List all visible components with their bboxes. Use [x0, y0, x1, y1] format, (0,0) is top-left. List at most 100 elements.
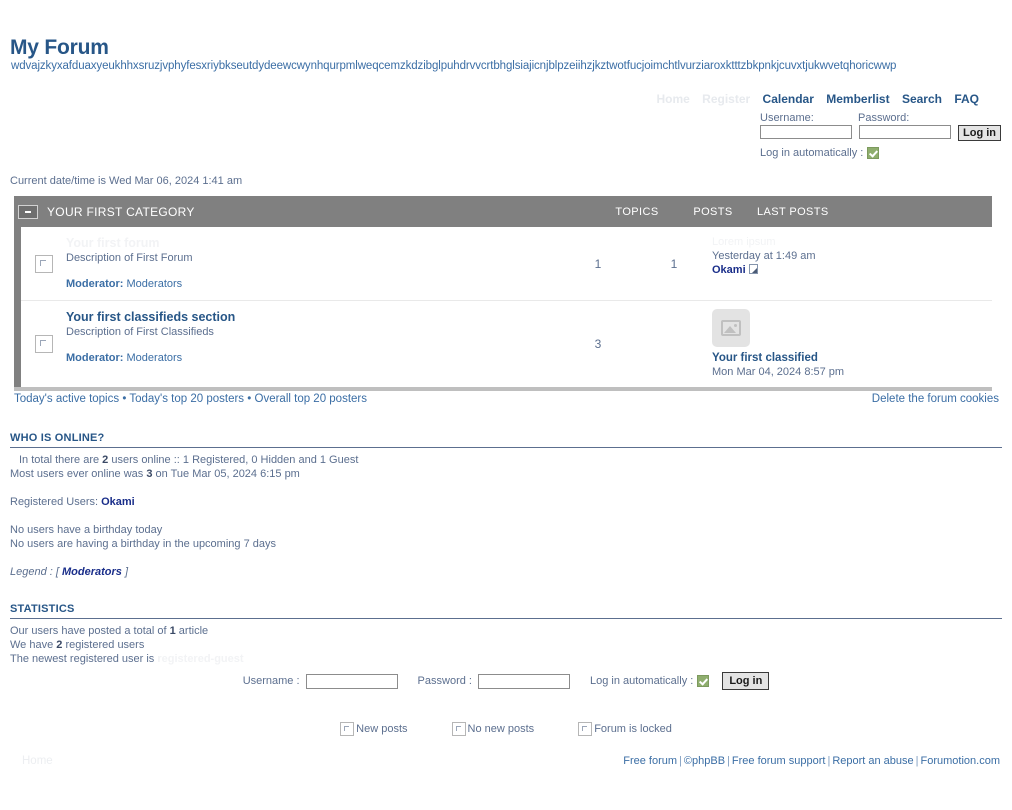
forum-last-post-cell: Your first classified Mon Mar 04, 2024 8…: [712, 301, 947, 387]
stat-users-count: 2: [56, 639, 63, 651]
last-classified-date: Mon Mar 04, 2024 8:57 pm: [712, 366, 845, 378]
online-total-prefix: In total there are: [19, 454, 100, 466]
footer-link-free-forum-support[interactable]: Free forum support: [732, 755, 826, 767]
stat-posts-line: Our users have posted a total of 1 artic…: [10, 624, 1002, 638]
bottom-password-input[interactable]: [477, 673, 570, 689]
legend-label-no-new-posts: No new posts: [467, 723, 535, 735]
who-is-online-section: WHO IS ONLINE? In total there are 2 user…: [10, 432, 1002, 579]
moderator-link[interactable]: Moderators: [127, 352, 183, 364]
table-row: Your first forum Description of First Fo…: [21, 227, 992, 301]
footer-link-free-forum[interactable]: Free forum: [623, 755, 677, 767]
password-input[interactable]: [859, 125, 951, 139]
delete-forum-cookies-link[interactable]: Delete the forum cookies: [872, 393, 999, 405]
username-label: Username:: [760, 112, 814, 124]
stat-posts-suffix: article: [178, 625, 209, 637]
last-post-author-link[interactable]: Okami: [712, 264, 746, 276]
footer-home-link[interactable]: Home: [22, 755, 53, 767]
image-placeholder-icon[interactable]: [712, 309, 750, 347]
forum-info-cell: Your first classifieds section Descripti…: [66, 301, 560, 387]
legend-close: ]: [124, 566, 129, 578]
login-button[interactable]: Log in: [958, 125, 1001, 141]
moderator-label: Moderator:: [66, 352, 124, 364]
stat-users-suffix: registered users: [65, 639, 145, 651]
top-login-fields: Log in: [760, 125, 1005, 141]
category-title[interactable]: YOUR FIRST CATEGORY: [47, 205, 599, 219]
statistics-section: STATISTICS Our users have posted a total…: [10, 603, 1002, 666]
column-header-posts: POSTS: [693, 205, 733, 218]
forum-title-link[interactable]: Your first forum: [66, 235, 560, 251]
site-title: My Forum: [10, 36, 109, 59]
last-post-author-row: Okami: [712, 263, 947, 277]
bottom-password-label: Password :: [417, 675, 472, 687]
birthday-today-line: No users have a birthday today: [10, 524, 163, 536]
nav-link-search[interactable]: Search: [902, 92, 942, 106]
link-todays-top-20-posters[interactable]: Today's top 20 posters: [129, 393, 244, 405]
online-total-suffix: users online :: 1 Registered, 0 Hidden a…: [111, 454, 359, 466]
autologin-label: Log in automatically :: [760, 147, 864, 159]
footer-separator: |: [915, 755, 919, 767]
forum-title-link[interactable]: Your first classifieds section: [66, 309, 560, 325]
stat-posts-count: 1: [169, 625, 176, 637]
bottom-autologin-label: Log in automatically :: [589, 675, 694, 687]
footer-separator: |: [827, 755, 831, 767]
last-classified-title[interactable]: Your first classified: [712, 351, 947, 365]
autologin-checkbox[interactable]: [867, 147, 880, 159]
forum-info-cell: Your first forum Description of First Fo…: [66, 227, 560, 300]
bottom-login-form: Username : Password : Log in automatical…: [0, 672, 1012, 690]
footer-links: Free forum | ©phpBB | Free forum support | Rep…: [623, 755, 1000, 767]
row-spacer: [947, 227, 992, 300]
legend-moderators-link[interactable]: Moderators: [62, 566, 122, 578]
bottom-username-input[interactable]: [305, 673, 398, 689]
legend-label-new-posts: New posts: [356, 723, 408, 735]
nav-link-calendar[interactable]: Calendar: [763, 92, 814, 106]
online-total-count: 2: [102, 454, 109, 466]
top-login-form: Username: Password: Log in Log in automa…: [760, 112, 1005, 159]
folder-new-posts-icon: [340, 722, 355, 736]
username-input[interactable]: [760, 125, 852, 139]
footer-link-report-abuse[interactable]: Report an abuse: [832, 755, 913, 767]
legend-item-no-new-posts: No new posts: [451, 722, 535, 736]
minus-icon[interactable]: [18, 204, 38, 219]
nav-link-register[interactable]: Register: [702, 92, 750, 106]
delete-cookies-row: Delete the forum cookies: [872, 393, 999, 405]
bottom-autologin-checkbox[interactable]: [697, 675, 710, 687]
goto-last-post-icon[interactable]: [748, 264, 758, 274]
link-overall-top-20-posters[interactable]: Overall top 20 posters: [255, 393, 368, 405]
table-row: Your first classifieds section Descripti…: [21, 301, 992, 387]
nav-link-faq[interactable]: FAQ: [954, 92, 979, 106]
column-header-topics: TOPICS: [615, 205, 659, 218]
site-description: wdvajzkyxafduaxyeukhhxsruzjvphyfesxriybk…: [11, 60, 897, 72]
nav-link-home[interactable]: Home: [656, 92, 689, 106]
stat-users-prefix: We have: [10, 639, 54, 651]
online-record-prefix: Most users ever online was: [10, 468, 144, 480]
legend-item-forum-locked: Forum is locked: [578, 722, 672, 736]
forum-moderator-row: Moderator: Moderators: [66, 352, 560, 364]
quicklink-separator: •: [122, 393, 127, 405]
footer-link-phpbb[interactable]: ©phpBB: [684, 755, 725, 767]
footer-link-forumotion[interactable]: Forumotion.com: [921, 755, 1000, 767]
nav-link-memberlist[interactable]: Memberlist: [826, 92, 889, 106]
stat-newest-line: The newest registered user is registered…: [10, 652, 1002, 666]
main-navigation: Home Register Calendar Memberlist Search…: [647, 92, 979, 106]
forum-category-table: YOUR FIRST CATEGORY TOPICS POSTS LAST PO…: [14, 196, 992, 391]
folder-no-new-posts-icon: [34, 254, 53, 273]
online-record-count: 3: [146, 468, 153, 480]
registered-users-line: Registered Users: Okami: [10, 495, 1002, 509]
link-todays-active-topics[interactable]: Today's active topics: [14, 393, 119, 405]
bottom-login-button[interactable]: Log in: [722, 672, 770, 690]
row-spacer: [947, 301, 992, 387]
forum-rows-body: Your first forum Description of First Fo…: [14, 227, 992, 387]
footer-separator: |: [727, 755, 730, 767]
newest-user-link[interactable]: registered-guest: [157, 653, 243, 665]
forum-moderator-row: Moderator: Moderators: [66, 278, 560, 290]
folder-no-new-posts-icon: [34, 335, 53, 353]
forum-posts-count: [636, 301, 712, 387]
moderator-link[interactable]: Moderators: [127, 278, 183, 290]
forum-description: Description of First Forum: [66, 252, 193, 264]
last-post-topic-link[interactable]: Lorem ipsum: [712, 235, 947, 249]
current-datetime: Current date/time is Wed Mar 06, 2024 1:…: [10, 175, 243, 187]
legend-line: Legend : [ Moderators ]: [10, 565, 1002, 579]
registered-user-link[interactable]: Okami: [101, 496, 135, 508]
forum-topics-count: 3: [594, 337, 602, 351]
